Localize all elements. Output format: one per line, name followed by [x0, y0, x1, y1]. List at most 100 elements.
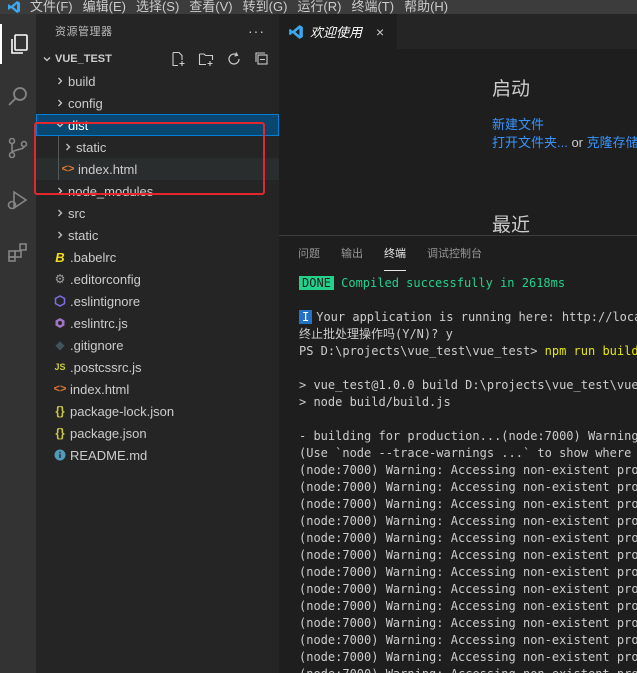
- explorer-icon[interactable]: [0, 24, 36, 64]
- json-file-icon: {}: [55, 404, 65, 418]
- run-debug-icon[interactable]: [0, 180, 36, 220]
- tree-folder[interactable]: build: [36, 70, 279, 92]
- new-file-link[interactable]: 新建文件: [492, 117, 544, 132]
- info-icon: [52, 444, 68, 466]
- collapse-all-icon[interactable]: [251, 50, 273, 68]
- tree-folder[interactable]: node_modules: [36, 180, 279, 202]
- explorer-sidebar: 资源管理器 ··· VUE_TEST build config dist static…: [36, 14, 279, 673]
- new-folder-icon[interactable]: [195, 50, 217, 68]
- tree-file[interactable]: <> index.html: [36, 378, 279, 400]
- terminal-line: 终止批处理操作吗(Y/N)? y: [299, 327, 453, 341]
- recent-heading: 最近: [492, 215, 531, 236]
- tree-folder[interactable]: src: [36, 202, 279, 224]
- tree-item-label: index.html: [70, 381, 130, 397]
- new-file-icon[interactable]: [167, 50, 189, 68]
- tab-close-icon[interactable]: ×: [376, 24, 384, 40]
- tree-item-label: static: [76, 139, 107, 155]
- tree-item-label: .postcssrc.js: [70, 359, 142, 375]
- prompt-text: PS D:\projects\vue_test\vue_test>: [299, 344, 545, 358]
- info-badge: I: [299, 310, 313, 324]
- terminal-warning-line: (node:7000) Warning: Accessing non-exist…: [299, 666, 637, 673]
- file-tree: build config dist static <> index.html node_mo…: [36, 70, 279, 466]
- terminal-warning-line: (node:7000) Warning: Accessing non-exist…: [299, 514, 637, 528]
- tree-item-label: index.html: [78, 161, 138, 177]
- warning-lines: (node:7000) Warning: Accessing non-exist…: [299, 462, 637, 673]
- terminal-line: I Your application is running here: http:…: [299, 309, 637, 326]
- source-control-icon[interactable]: [0, 128, 36, 168]
- terminal-warning-line: (node:7000) Warning: Accessing non-exist…: [299, 582, 637, 596]
- panel-tabs: 问题 输出 终端 调试控制台: [279, 236, 637, 271]
- menu-selection[interactable]: 选择(S): [134, 0, 187, 14]
- tree-folder[interactable]: config: [36, 92, 279, 114]
- menu-bar: 文件(F) 编辑(E) 选择(S) 查看(V) 转到(G) 运行(R) 终端(T…: [0, 0, 637, 14]
- refresh-icon[interactable]: [223, 50, 245, 68]
- tree-file[interactable]: {} package-lock.json: [36, 400, 279, 422]
- terminal-warning-line: (node:7000) Warning: Accessing non-exist…: [299, 480, 637, 494]
- terminal-line: PS D:\projects\vue_test\vue_test> npm ru…: [299, 343, 637, 360]
- tab-terminal[interactable]: 终端: [384, 236, 406, 271]
- vscode-logo-icon: [0, 0, 28, 14]
- eslint-file-icon: [52, 312, 68, 334]
- menu-run[interactable]: 运行(R): [295, 0, 349, 14]
- open-folder-link[interactable]: 打开文件夹...: [492, 135, 568, 150]
- tree-file[interactable]: .eslintignore: [36, 290, 279, 312]
- terminal-warning-line: (node:7000) Warning: Accessing non-exist…: [299, 650, 637, 664]
- tree-item-label: .gitignore: [70, 337, 124, 353]
- tree-file[interactable]: <> index.html: [36, 158, 279, 180]
- tree-item-label: package.json: [70, 425, 147, 441]
- html-file-icon: <>: [53, 383, 67, 395]
- tree-file[interactable]: JS .postcssrc.js: [36, 356, 279, 378]
- tree-file[interactable]: .eslintrc.js: [36, 312, 279, 334]
- tree-folder[interactable]: static: [36, 224, 279, 246]
- terminal-warning-line: (node:7000) Warning: Accessing non-exist…: [299, 616, 637, 630]
- menu-view[interactable]: 查看(V): [187, 0, 240, 14]
- more-actions-button[interactable]: ···: [248, 23, 265, 39]
- terminal-output[interactable]: DONE Compiled successfully in 2618ms I Yo…: [299, 275, 637, 673]
- running-text: Your application is running here: http:/…: [316, 310, 637, 324]
- menu-terminal[interactable]: 终端(T): [349, 0, 402, 14]
- extensions-icon[interactable]: [0, 232, 36, 272]
- clone-repo-link[interactable]: 克隆存储库...: [587, 135, 637, 150]
- tree-item-label: config: [68, 95, 103, 111]
- chevron-right-icon: [52, 224, 68, 246]
- tree-file[interactable]: README.md: [36, 444, 279, 466]
- git-file-icon: ◆: [55, 338, 65, 352]
- tab-debug-console[interactable]: 调试控制台: [427, 236, 482, 271]
- tree-item-label: static: [68, 227, 99, 243]
- chevron-down-icon: [39, 54, 55, 64]
- chevron-right-icon: [52, 202, 68, 224]
- tree-file[interactable]: ◆ .gitignore: [36, 334, 279, 356]
- compiled-text: Compiled successfully in 2618ms: [333, 276, 566, 290]
- gear-icon: ⚙: [54, 272, 66, 286]
- tree-folder[interactable]: static: [36, 136, 279, 158]
- terminal-line: (Use `node --trace-warnings ...` to show…: [299, 446, 637, 460]
- tree-item-label: .editorconfig: [70, 271, 141, 287]
- search-icon[interactable]: [0, 76, 36, 116]
- tree-item-label: package-lock.json: [70, 403, 175, 419]
- tab-welcome[interactable]: 欢迎使用 ×: [279, 14, 397, 49]
- tree-item-label: node_modules: [68, 183, 154, 199]
- terminal-line: > node build/build.js: [299, 395, 451, 409]
- html-file-icon: <>: [61, 163, 75, 175]
- menu-edit[interactable]: 编辑(E): [81, 0, 134, 14]
- tree-file[interactable]: {} package.json: [36, 422, 279, 444]
- menu-go[interactable]: 转到(G): [241, 0, 296, 14]
- json-file-icon: {}: [55, 426, 65, 440]
- indent-guide: [58, 136, 59, 158]
- tab-output[interactable]: 输出: [341, 236, 363, 271]
- start-heading: 启动: [492, 79, 531, 100]
- tree-file[interactable]: ⚙ .editorconfig: [36, 268, 279, 290]
- chevron-right-icon: [52, 180, 68, 202]
- tree-item-label: dist: [68, 117, 89, 133]
- project-root[interactable]: VUE_TEST: [36, 48, 279, 70]
- sidebar-title: 资源管理器: [55, 26, 113, 38]
- chevron-right-icon: [52, 70, 68, 92]
- bottom-panel: 问题 输出 终端 调试控制台 DONE Compiled successfull…: [279, 235, 637, 673]
- tab-problems[interactable]: 问题: [298, 236, 320, 271]
- done-badge: DONE: [299, 276, 334, 290]
- tree-folder[interactable]: dist: [36, 114, 279, 136]
- menu-file[interactable]: 文件(F): [28, 0, 81, 14]
- terminal-warning-line: (node:7000) Warning: Accessing non-exist…: [299, 565, 637, 579]
- menu-help[interactable]: 帮助(H): [402, 0, 456, 14]
- tree-file[interactable]: B .babelrc: [36, 246, 279, 268]
